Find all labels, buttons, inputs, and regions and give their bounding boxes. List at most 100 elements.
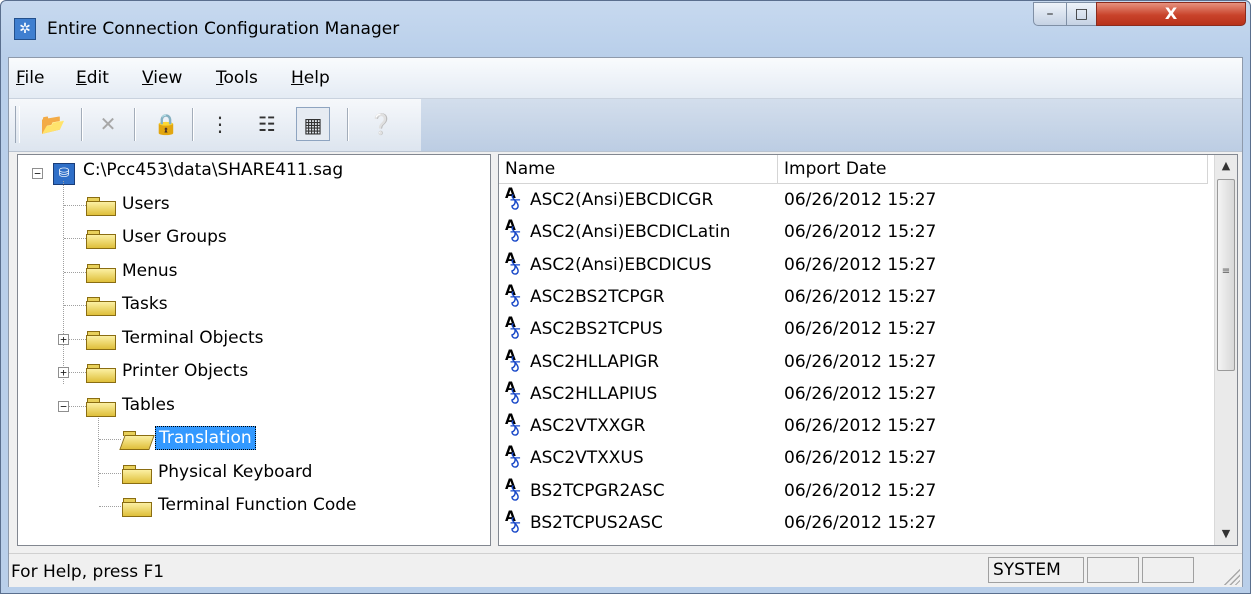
menu-label: ile: [24, 68, 45, 88]
column-header-import-date[interactable]: Import Date: [778, 155, 1208, 183]
title-bar[interactable]: ✲ Entire Connection Configuration Manage…: [1, 1, 1250, 53]
cell-import-date: 06/26/2012 15:27: [784, 448, 937, 469]
resize-grip-icon[interactable]: [1222, 567, 1240, 585]
folder-icon: [86, 263, 116, 283]
toolbar-separator: [192, 108, 193, 141]
translation-table-icon-b: ঠ: [511, 356, 520, 376]
app-icon[interactable]: ✲: [14, 18, 36, 40]
translation-table-icon: Aঠ: [505, 413, 527, 441]
close-button[interactable]: X: [1096, 2, 1246, 26]
view-details-button[interactable]: ▦: [296, 107, 330, 141]
scrollbar-grip-icon: ≡: [1221, 266, 1231, 277]
tree-item-label: Menus: [122, 260, 178, 281]
tree-item-translation[interactable]: Translation: [18, 425, 488, 453]
translation-table-icon: Aঠ: [505, 219, 527, 247]
tree-item-terminal-function-code[interactable]: Terminal Function Code: [18, 492, 488, 520]
table-row[interactable]: A ঠ ASC2(Ansi)EBCDICUS 06/26/2012 15:27: [499, 250, 1208, 281]
folder-icon: [86, 230, 116, 249]
table-row[interactable]: A ঠ ASC2HLLAPIGR 06/26/2012 15:27: [499, 347, 1208, 378]
status-panel: [1087, 557, 1139, 583]
cell-import-date: 06/26/2012 15:27: [784, 319, 937, 340]
translation-table-icon-b: ঠ: [511, 291, 520, 311]
translation-table-icon-b: ঠ: [511, 421, 520, 441]
table-row[interactable]: A ঠ ASC2(Ansi)EBCDICGR 06/26/2012 15:27: [499, 185, 1208, 216]
translation-table-icon-b: ঠ: [511, 259, 520, 279]
translation-table-icon-b: ঠ: [511, 388, 520, 408]
collapse-icon[interactable]: −: [32, 168, 43, 179]
menu-help[interactable]: Help: [291, 68, 330, 88]
scroll-up-arrow-icon[interactable]: ▲: [1215, 155, 1237, 177]
cell-name: ASC2(Ansi)EBCDICLatin: [530, 222, 731, 243]
tree-guide-line: [64, 204, 86, 206]
folder-icon: [86, 397, 116, 417]
tree-item-user-groups[interactable]: User Groups: [18, 224, 488, 252]
context-help-button[interactable]: ❔: [364, 107, 398, 141]
close-icon: X: [1164, 4, 1178, 23]
view-list-button[interactable]: ☷: [250, 107, 284, 141]
tree-item-users[interactable]: Users: [18, 191, 488, 219]
table-row[interactable]: A ঠ ASC2VTXXGR 06/26/2012 15:27: [499, 411, 1208, 442]
expand-icon[interactable]: +: [58, 367, 69, 378]
table-row[interactable]: A ঠ BS2TCPGR2ASC 06/26/2012 15:27: [499, 476, 1208, 507]
tree-guide-line: [99, 506, 121, 507]
view-tree-button[interactable]: ⋮: [203, 107, 237, 141]
table-row[interactable]: A ঠ ASC2BS2TCPGR 06/26/2012 15:27: [499, 282, 1208, 313]
tree-item-label: Tables: [122, 394, 175, 415]
cell-name: ASC2VTXXUS: [530, 448, 644, 469]
lock-button[interactable]: 🔒: [149, 107, 183, 141]
collapse-icon[interactable]: −: [58, 400, 69, 412]
cell-import-date: 06/26/2012 15:27: [784, 286, 937, 307]
expand-icon[interactable]: +: [58, 333, 69, 345]
status-panel: SYSTEM: [988, 557, 1084, 583]
menu-file[interactable]: File: [16, 68, 44, 88]
open-button[interactable]: 📂: [36, 107, 70, 141]
delete-button[interactable]: ✕: [91, 107, 125, 141]
cell-name: ASC2VTXXGR: [530, 416, 646, 437]
tree-root-node[interactable]: − ⛁ C:\Pcc453\data\SHARE411.sag: [18, 157, 488, 185]
table-row[interactable]: A ঠ ASC2HLLAPIUS 06/26/2012 15:27: [499, 379, 1208, 410]
toolbar: 📂 ✕ 🔒 ⋮ ☷ ▦ ❔: [9, 99, 1242, 152]
translation-table-icon: Aঠ: [505, 252, 527, 279]
toolbar-separator: [134, 108, 135, 141]
translation-table-icon-b: ঠ: [511, 227, 520, 247]
tree-item-physical-keyboard[interactable]: Physical Keyboard: [18, 459, 488, 487]
menu-view[interactable]: View: [142, 68, 182, 88]
pane-splitter[interactable]: [491, 154, 498, 546]
tree-item-label: Printer Objects: [122, 361, 249, 381]
tree-item-tasks[interactable]: Tasks: [18, 291, 488, 319]
vertical-scrollbar[interactable]: ▲ ≡ ▼: [1214, 155, 1237, 545]
translation-table-icon: Aঠ: [505, 445, 527, 471]
list-pane[interactable]: Name Import Date ▲ ≡ ▼ A ঠ ASC2(Ansi)EBCDIC…: [498, 154, 1238, 546]
cell-name: ASC2(Ansi)EBCDICUS: [530, 254, 712, 275]
table-row[interactable]: A ঠ ASC2(Ansi)EBCDICLatin 06/26/2012 15:27: [499, 217, 1208, 248]
toolbar-separator: [81, 108, 82, 141]
tree-item-menus[interactable]: Menus: [18, 258, 488, 286]
column-header-name[interactable]: Name: [499, 155, 778, 183]
cell-import-date: 06/26/2012 15:27: [784, 480, 937, 501]
tree-item-tables[interactable]: − Tables: [18, 392, 488, 420]
tree-pane[interactable]: − ⛁ C:\Pcc453\data\SHARE411.sag Users User G…: [17, 154, 491, 546]
minimize-button[interactable]: –: [1033, 2, 1067, 26]
maximize-button[interactable]: □: [1066, 2, 1097, 26]
menu-edit[interactable]: Edit: [76, 68, 109, 88]
help-pointer-icon: ❔: [368, 112, 394, 136]
translation-table-icon: Aঠ: [505, 349, 527, 376]
translation-table-icon: Aঠ: [505, 284, 527, 311]
cell-import-date: 06/26/2012 15:27: [784, 383, 937, 404]
tree-guide-line: [64, 238, 86, 239]
table-row[interactable]: A ঠ ASC2BS2TCPUS 06/26/2012 15:27: [499, 314, 1208, 345]
menu-tools[interactable]: Tools: [216, 68, 258, 88]
toolbar-grip[interactable]: [15, 106, 20, 143]
menu-label: elp: [303, 68, 330, 88]
table-row[interactable]: A ঠ ASC2VTXXUS 06/26/2012 15:27: [499, 443, 1208, 474]
cell-import-date: 06/26/2012 15:27: [784, 416, 937, 437]
tree-item-printer-objects[interactable]: + Printer Objects: [18, 358, 488, 386]
menu-accelerator: V: [142, 68, 154, 88]
tree-item-terminal-objects[interactable]: + Terminal Objects: [18, 325, 488, 353]
table-row[interactable]: A ঠ BS2TCPUS2ASC 06/26/2012 15:27: [499, 508, 1208, 539]
menu-label: iew: [153, 68, 183, 88]
scroll-down-arrow-icon[interactable]: ▼: [1215, 523, 1237, 545]
scrollbar-thumb[interactable]: ≡: [1217, 179, 1235, 371]
status-bar: For Help, press F1 SYSTEM: [9, 553, 1242, 587]
tree-item-label: Terminal Objects: [122, 327, 264, 348]
